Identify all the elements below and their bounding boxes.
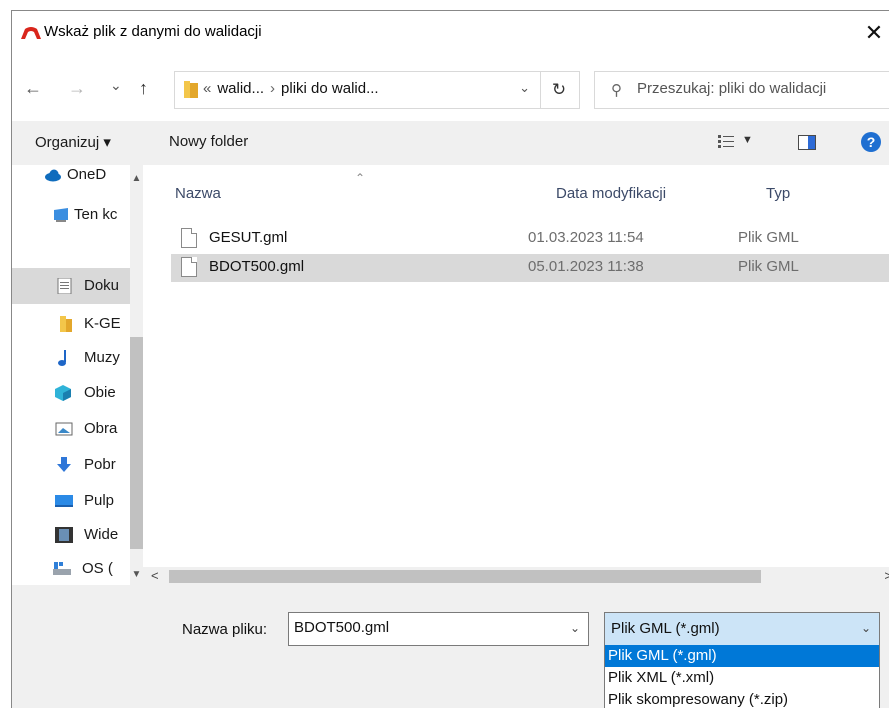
file-icon xyxy=(181,228,197,248)
sidebar-item-label: OneD xyxy=(67,166,107,183)
command-bar: Organizuj ▾ Nowy folder ▼ ? xyxy=(12,121,889,165)
search-icon: ⚲ xyxy=(611,82,622,99)
dialog-footer: Nazwa pliku: ⌄ Plik GML (*.gml) ⌄ Plik G… xyxy=(12,585,889,708)
sidebar-item-label: Obra xyxy=(84,420,118,437)
scroll-down-icon[interactable]: ▼ xyxy=(130,569,143,580)
sidebar-item-onedrive[interactable]: OneD xyxy=(12,165,130,193)
file-name: GESUT.gml xyxy=(209,229,288,246)
file-name: BDOT500.gml xyxy=(209,258,305,275)
scroll-thumb[interactable] xyxy=(169,570,761,583)
sidebar-item-os-drive[interactable]: OS ( xyxy=(12,551,130,585)
filename-field[interactable] xyxy=(294,619,549,636)
horizontal-scrollbar[interactable]: < > xyxy=(143,567,889,585)
3d-objects-icon xyxy=(55,385,71,401)
sidebar-item-3d-objects[interactable]: Obie xyxy=(12,375,130,411)
up-button[interactable]: ↑ xyxy=(139,78,148,98)
breadcrumb-separator: › xyxy=(270,80,276,97)
address-overflow[interactable]: « xyxy=(203,80,211,97)
breadcrumb-walid[interactable]: walid... xyxy=(217,80,264,97)
filetype-option-xml[interactable]: Plik XML (*.xml) xyxy=(605,667,879,689)
filename-combobox[interactable]: ⌄ xyxy=(288,612,589,646)
view-options-icon[interactable] xyxy=(718,135,734,149)
column-header-type[interactable]: Typ xyxy=(766,185,790,202)
address-bar[interactable]: « walid... › pliki do walid... ⌄ xyxy=(174,71,541,109)
file-date: 01.03.2023 11:54 xyxy=(528,229,644,246)
videos-icon xyxy=(55,527,73,543)
music-icon xyxy=(58,350,66,366)
forward-button[interactable]: → xyxy=(68,78,86,98)
column-header-date[interactable]: Data modyfikacji xyxy=(556,185,666,202)
sidebar-item-label: Pulp xyxy=(84,492,115,509)
sidebar-item-downloads[interactable]: Pobr xyxy=(12,447,130,483)
this-pc-icon xyxy=(54,208,68,222)
table-row[interactable]: BDOT500.gml 05.01.2023 11:38 Plik GML xyxy=(171,254,889,282)
desktop-icon xyxy=(55,495,73,507)
recent-locations-button[interactable]: ⌄ xyxy=(110,75,122,95)
close-button[interactable]: ✕ xyxy=(858,17,889,49)
folder-icon xyxy=(184,81,198,98)
navigation-pane: OneD Ten kc Doku K-GE Muzy Obie Obra Pob… xyxy=(12,165,143,585)
file-open-dialog: Wskaż plik z danymi do walidacji ✕ ← → ⌄… xyxy=(11,10,889,708)
sidebar-item-label: Obie xyxy=(84,384,116,401)
breadcrumb-pliki[interactable]: pliki do walid... xyxy=(281,80,379,97)
folder-icon xyxy=(60,316,72,332)
file-date: 05.01.2023 11:38 xyxy=(528,258,644,275)
search-input[interactable] xyxy=(637,80,882,97)
organize-button[interactable]: Organizuj ▾ xyxy=(35,133,111,151)
table-row[interactable]: GESUT.gml 01.03.2023 11:54 Plik GML xyxy=(171,225,889,253)
downloads-icon xyxy=(57,457,71,472)
help-icon[interactable]: ? xyxy=(861,132,881,152)
app-icon xyxy=(21,27,41,39)
chevron-down-icon[interactable]: ⌄ xyxy=(861,621,871,635)
column-header-name[interactable]: Nazwa xyxy=(175,185,221,202)
window-title: Wskaż plik z danymi do walidacji xyxy=(44,23,262,40)
sidebar-item-music[interactable]: Muzy xyxy=(12,340,130,376)
option-label: Plik GML (*.gml) xyxy=(608,647,717,664)
chevron-down-icon[interactable]: ⌄ xyxy=(519,80,530,96)
option-label: Plik XML (*.xml) xyxy=(608,669,715,686)
drive-icon xyxy=(53,562,71,575)
filetype-option-gml[interactable]: Plik GML (*.gml) xyxy=(605,645,879,667)
sidebar-item-k-ge[interactable]: K-GE xyxy=(12,306,130,342)
new-folder-button[interactable]: Nowy folder xyxy=(169,133,248,150)
file-type: Plik GML xyxy=(738,229,799,246)
search-box[interactable]: ⚲ xyxy=(594,71,889,109)
filetype-selected: Plik GML (*.gml) xyxy=(611,620,720,637)
scroll-thumb[interactable] xyxy=(130,337,143,549)
sidebar-item-this-pc[interactable]: Ten kc xyxy=(12,197,130,233)
refresh-button[interactable]: ↻ xyxy=(539,71,580,109)
sidebar-item-videos[interactable]: Wide xyxy=(12,517,130,553)
sidebar-item-label: Pobr xyxy=(84,456,116,473)
sidebar-item-label: K-GE xyxy=(84,315,121,332)
sidebar-item-label: Doku xyxy=(84,277,120,294)
sidebar-item-label: OS ( xyxy=(82,560,113,577)
sidebar-item-pictures[interactable]: Obra xyxy=(12,411,130,447)
sidebar-item-documents[interactable]: Doku xyxy=(12,268,130,304)
scroll-left-icon[interactable]: < xyxy=(151,568,159,583)
filetype-dropdown-list: Plik GML (*.gml) Plik XML (*.xml) Plik s… xyxy=(604,645,880,708)
chevron-down-icon[interactable]: ⌄ xyxy=(570,621,580,635)
file-type: Plik GML xyxy=(738,258,799,275)
preview-pane-icon[interactable] xyxy=(798,135,816,150)
sidebar-item-label: Wide xyxy=(84,526,119,543)
sidebar-item-label: Ten kc xyxy=(74,206,118,223)
filetype-select[interactable]: Plik GML (*.gml) ⌄ xyxy=(604,612,880,646)
scroll-right-icon[interactable]: > xyxy=(884,568,889,583)
file-icon xyxy=(181,257,197,277)
pictures-icon xyxy=(55,422,73,436)
scroll-up-icon[interactable]: ▲ xyxy=(130,173,143,184)
back-button[interactable]: ← xyxy=(24,78,42,98)
documents-icon xyxy=(57,278,72,294)
sidebar-scrollbar[interactable]: ▲ ▼ xyxy=(130,165,143,585)
sidebar-item-desktop[interactable]: Pulp xyxy=(12,483,130,519)
option-label: Plik skompresowany (*.zip) xyxy=(608,691,789,708)
sort-ascending-icon: ⌃ xyxy=(355,171,366,185)
filename-label: Nazwa pliku: xyxy=(182,621,268,638)
view-dropdown-icon[interactable]: ▼ xyxy=(742,134,753,146)
file-list: ⌃ Nazwa Data modyfikacji Typ GESUT.gml 0… xyxy=(143,165,889,585)
filetype-option-zip[interactable]: Plik skompresowany (*.zip) xyxy=(605,689,879,708)
sidebar-item-label: Muzy xyxy=(84,349,120,366)
title-bar: Wskaż plik z danymi do walidacji ✕ xyxy=(12,11,889,57)
onedrive-icon xyxy=(45,169,61,182)
